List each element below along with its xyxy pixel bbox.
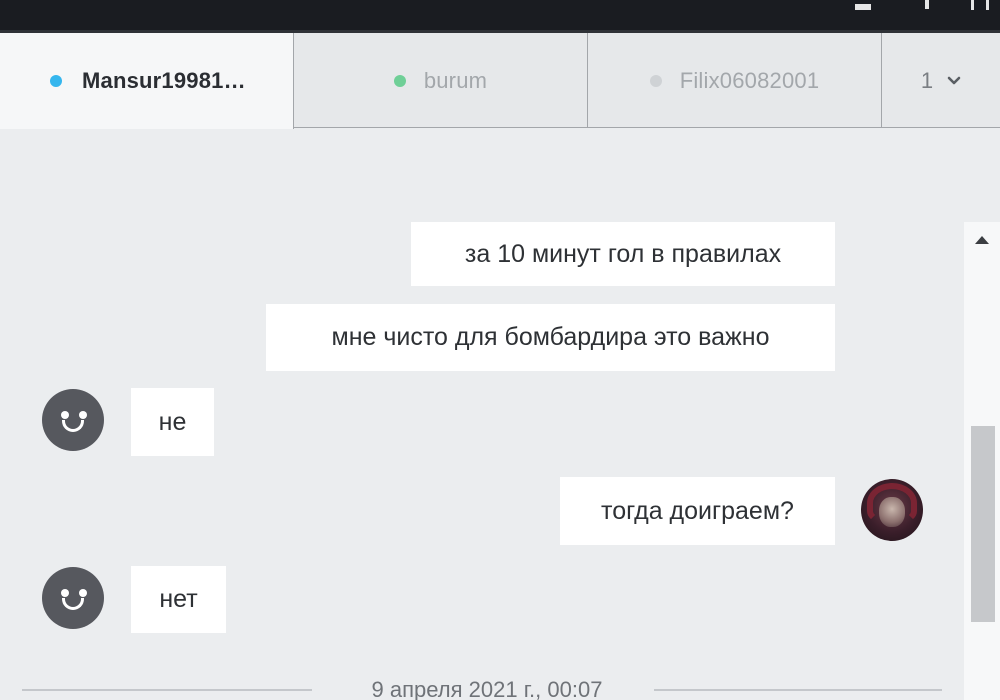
tab-label: Mansur19981… [82,68,246,93]
message-list: за 10 минут гол в правилах мне чисто для… [0,129,964,700]
scroll-up-icon[interactable] [975,236,989,244]
tab-conversation-1[interactable]: Mansur19981… [0,33,294,129]
more-tabs-count: 1 [920,67,934,93]
scrollbar-thumb[interactable] [971,426,995,622]
divider [654,689,942,691]
tab-label: Filix06082001 [679,67,820,93]
online-status-icon [50,75,62,87]
message-text: не [158,407,187,436]
divider [22,689,312,691]
user-avatar[interactable] [861,479,923,541]
message-text: нет [159,585,198,613]
scrollbar[interactable] [964,222,1000,700]
opponent-avatar[interactable] [42,389,104,451]
date-separator-text: 9 апреля 2021 г., 00:07 [371,677,603,700]
tab-conversation-2[interactable]: burum [294,33,588,128]
message-bubble-incoming: нет [131,566,226,633]
tab-conversation-3[interactable]: Filix06082001 [588,33,882,128]
message-bubble-outgoing: тогда доиграем? [560,477,835,545]
more-tabs-dropdown[interactable]: 1 [882,33,1000,128]
chevron-down-icon [947,76,961,84]
maximize-icon[interactable] [922,0,932,12]
message-text: мне чисто для бомбардира это важно [331,323,770,351]
conversation-tabs: Mansur19981… burum Filix06082001 1 [0,33,1000,129]
message-text: тогда доиграем? [601,496,794,525]
online-status-icon [393,74,406,87]
tab-label: burum [423,67,488,93]
message-bubble-outgoing: мне чисто для бомбардира это важно [266,304,835,371]
title-bar [0,0,1000,33]
message-bubble-outgoing: за 10 минут гол в правилах [411,222,835,286]
date-separator: 9 апреля 2021 г., 00:07 [22,669,942,700]
close-icon[interactable] [968,0,992,12]
minimize-icon[interactable] [855,0,871,12]
opponent-avatar[interactable] [42,567,104,629]
message-bubble-incoming: не [131,388,214,456]
chat-window: Mansur19981… burum Filix06082001 1 за 10… [0,0,1000,700]
offline-status-icon [649,74,662,87]
message-text: за 10 минут гол в правилах [464,239,782,268]
